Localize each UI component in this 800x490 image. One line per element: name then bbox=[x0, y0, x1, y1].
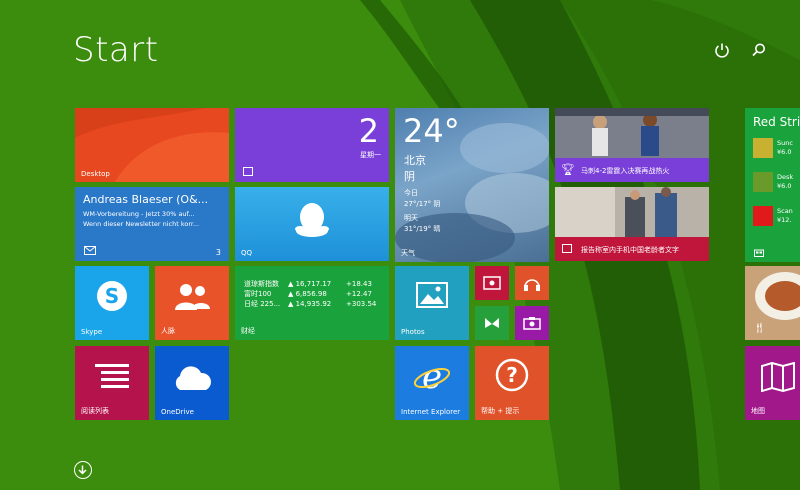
games-tile[interactable] bbox=[475, 306, 509, 340]
arrow-down-icon bbox=[78, 465, 87, 475]
weather-today-label: 今日 bbox=[404, 189, 418, 197]
readinglist-label: 阅读列表 bbox=[81, 407, 109, 415]
skype-label: Skype bbox=[81, 328, 103, 336]
weather-tomorrow-range: 31°/19° 晴 bbox=[404, 225, 441, 233]
map-icon bbox=[761, 362, 795, 392]
finance-label: 财经 bbox=[241, 327, 255, 335]
skype-tile[interactable]: S Skype bbox=[75, 266, 149, 340]
news-headline: 报告称室内手机中国老龄者文字 bbox=[581, 246, 679, 254]
weather-tile[interactable]: 24° 北京 阴 今日 27°/17° 阴 明天 31°/19° 晴 天气 bbox=[395, 108, 549, 262]
mail-count: 3 bbox=[215, 248, 221, 257]
food-tile[interactable]: 🍴︎ bbox=[745, 266, 800, 340]
weather-label: 天气 bbox=[401, 249, 415, 257]
maps-label: 地图 bbox=[751, 407, 765, 415]
video-tile[interactable] bbox=[475, 266, 509, 300]
internet-explorer-icon: e bbox=[413, 358, 451, 394]
video-icon bbox=[483, 276, 501, 290]
qq-penguin-icon bbox=[295, 203, 329, 237]
svg-text:?: ? bbox=[506, 363, 518, 387]
trophy-icon: 🏆︎ bbox=[561, 163, 575, 176]
news-tile[interactable]: 报告称室内手机中国老龄者文字 bbox=[555, 187, 709, 261]
xbox-icon bbox=[485, 318, 499, 328]
finance-row: 富时100 ▲ 6,856.98 +12.47 bbox=[244, 290, 372, 298]
weather-condition: 阴 bbox=[404, 170, 415, 183]
finance-row: 日经 225... ▲ 14,935.92 +303.54 bbox=[244, 300, 377, 308]
readinglist-tile[interactable]: 阅读列表 bbox=[75, 346, 149, 420]
mail-tile[interactable]: Andreas Blaeser (O&... WM-Vorbereitung -… bbox=[75, 187, 229, 261]
app-thumbnail bbox=[753, 206, 773, 226]
weather-temp: 24° bbox=[403, 112, 460, 150]
onedrive-tile[interactable]: OneDrive bbox=[155, 346, 229, 420]
qq-label: QQ bbox=[241, 249, 253, 257]
onedrive-label: OneDrive bbox=[161, 408, 194, 416]
weather-city: 北京 bbox=[404, 154, 426, 167]
headphones-icon bbox=[524, 279, 540, 291]
mail-line1: WM-Vorbereitung - Jetzt 30% auf... bbox=[83, 210, 195, 218]
music-tile[interactable] bbox=[515, 266, 549, 300]
ie-label: Internet Explorer bbox=[401, 408, 461, 416]
calendar-weekday: 星期一 bbox=[360, 151, 381, 159]
people-icon bbox=[175, 284, 210, 310]
calendar-day: 2 bbox=[358, 112, 379, 150]
camera-icon bbox=[523, 317, 541, 330]
mail-line2: Wenn dieser Newsletter nicht korr... bbox=[83, 220, 200, 228]
desktop-tile[interactable]: Desktop bbox=[75, 108, 229, 182]
weather-today-range: 27°/17° 阴 bbox=[404, 200, 441, 208]
camera-tile[interactable] bbox=[515, 306, 549, 340]
sports-photo bbox=[555, 108, 709, 158]
reading-list-icon bbox=[95, 364, 129, 388]
calendar-tile[interactable]: 2 星期一 bbox=[235, 108, 389, 182]
ie-tile[interactable]: e Internet Explorer bbox=[395, 346, 469, 420]
finance-tile[interactable]: 道琼斯指数 ▲ 16,717.17 +18.43 富时100 ▲ 6,856.98 +1… bbox=[235, 266, 389, 340]
news-headline-bar: 报告称室内手机中国老龄者文字 bbox=[555, 237, 709, 261]
help-label: 帮助 + 提示 bbox=[481, 407, 520, 415]
news-photo bbox=[555, 187, 709, 237]
all-apps-button[interactable] bbox=[74, 461, 92, 479]
power-icon[interactable] bbox=[713, 41, 731, 59]
help-tile[interactable]: ? 帮助 + 提示 bbox=[475, 346, 549, 420]
maps-tile[interactable]: 地图 bbox=[745, 346, 800, 420]
app-thumbnail bbox=[753, 138, 773, 158]
sports-tile[interactable]: 🏆︎ 马刺4-2雷霆入决赛再战热火 bbox=[555, 108, 709, 182]
start-title: Start bbox=[73, 30, 159, 70]
svg-text:e: e bbox=[422, 358, 442, 394]
mail-sender: Andreas Blaeser (O&... bbox=[83, 193, 209, 206]
desktop-label: Desktop bbox=[81, 170, 110, 178]
sports-headline-bar: 🏆︎ 马刺4-2雷霆入决赛再战热火 bbox=[555, 158, 709, 182]
search-icon[interactable] bbox=[750, 41, 768, 59]
qq-tile[interactable]: QQ bbox=[235, 187, 389, 261]
cloud-icon bbox=[175, 366, 211, 390]
app-thumbnail bbox=[753, 172, 773, 192]
photos-tile[interactable]: Photos bbox=[395, 266, 469, 340]
mail-icon bbox=[84, 246, 96, 255]
food-icon: 🍴︎ bbox=[753, 323, 766, 334]
photos-icon bbox=[416, 282, 448, 308]
sports-headline: 马刺4-2雷霆入决赛再战热火 bbox=[581, 167, 670, 175]
people-label: 人脉 bbox=[161, 327, 175, 335]
people-tile[interactable]: 人脉 bbox=[155, 266, 229, 340]
help-icon: ? bbox=[495, 358, 529, 392]
calendar-icon bbox=[243, 167, 253, 176]
weather-tomorrow-label: 明天 bbox=[404, 214, 418, 222]
store-bag-icon bbox=[754, 249, 764, 257]
finance-list: 道琼斯指数 ▲ 16,717.17 +18.43 富时100 ▲ 6,856.98 +1… bbox=[244, 279, 376, 309]
store-tile[interactable]: Red Strin Sunc ¥6.0 Desk ¥6.0 Scan ¥12. bbox=[745, 108, 800, 262]
svg-text:S: S bbox=[105, 284, 119, 308]
store-title: Red Strin bbox=[753, 115, 800, 129]
photos-label: Photos bbox=[401, 328, 425, 336]
finance-row: 道琼斯指数 ▲ 16,717.17 +18.43 bbox=[244, 280, 372, 288]
news-icon bbox=[562, 244, 572, 253]
skype-icon: S bbox=[97, 281, 127, 311]
